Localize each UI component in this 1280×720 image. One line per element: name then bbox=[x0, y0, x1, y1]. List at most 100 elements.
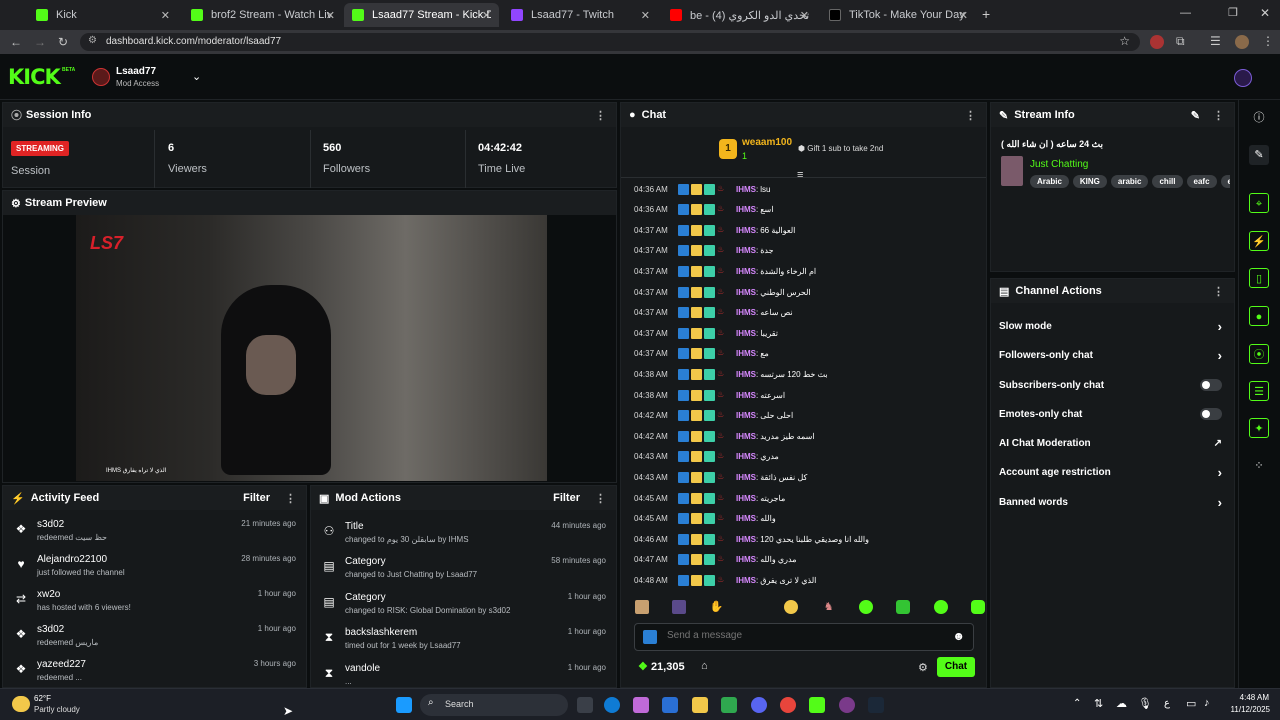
chevron-up-icon[interactable]: ⌃ bbox=[1073, 698, 1081, 709]
activity-user[interactable]: yazeed227 bbox=[37, 659, 86, 670]
weather-temp[interactable]: 62°F bbox=[34, 694, 51, 703]
video-player[interactable]: LS7 IHMS الذي لا تراه يفارق bbox=[76, 215, 547, 481]
clock-date[interactable]: 11/12/2025 bbox=[1222, 705, 1270, 714]
close-icon[interactable]: ✕ bbox=[482, 9, 491, 22]
message-username[interactable]: IHMS bbox=[736, 226, 756, 235]
bookmark-star-icon[interactable]: ☆ bbox=[1119, 34, 1130, 48]
steam-icon[interactable] bbox=[868, 697, 884, 713]
scan-icon[interactable]: ⌖ bbox=[1249, 193, 1269, 213]
network-icon[interactable]: ⇅ bbox=[1094, 697, 1103, 710]
taskbar-search[interactable]: ⌕ Search bbox=[420, 694, 568, 716]
chat-icon[interactable]: ● bbox=[1249, 306, 1269, 326]
edge-icon[interactable] bbox=[604, 697, 620, 713]
more-options-icon[interactable]: ⋮ bbox=[595, 492, 606, 505]
message-username[interactable]: IHMS bbox=[736, 185, 756, 194]
clock-time[interactable]: 4:48 AM bbox=[1233, 693, 1269, 702]
windows-start-icon[interactable] bbox=[396, 697, 412, 713]
slow-mode-action[interactable]: Slow mode › bbox=[991, 311, 1234, 341]
wrench-icon[interactable]: ✦ bbox=[1249, 418, 1269, 438]
message-username[interactable]: IHMS bbox=[736, 349, 756, 358]
display-icon[interactable]: ▭ bbox=[1186, 697, 1196, 710]
browser-tab[interactable]: TikTok - Make Your Day ✕ bbox=[821, 3, 976, 27]
close-icon[interactable]: ✕ bbox=[959, 9, 968, 22]
emote-hand-icon[interactable]: ✋ bbox=[710, 600, 724, 614]
filter-button[interactable]: Filter bbox=[553, 492, 580, 504]
message-username[interactable]: IHMS bbox=[736, 267, 756, 276]
minimize-button[interactable]: — bbox=[1180, 7, 1191, 19]
language-icon[interactable]: ع bbox=[1164, 698, 1170, 709]
profile-avatar[interactable] bbox=[1235, 35, 1249, 49]
message-username[interactable]: IHMS bbox=[736, 288, 756, 297]
edit-pencil-icon[interactable]: ✎ bbox=[1191, 109, 1200, 122]
message-username[interactable]: IHMS bbox=[736, 473, 756, 482]
new-tab-button[interactable]: + bbox=[982, 6, 990, 22]
message-username[interactable]: IHMS bbox=[736, 452, 756, 461]
message-username[interactable]: IHMS bbox=[736, 308, 756, 317]
reading-list-icon[interactable]: ☰ bbox=[1210, 34, 1221, 48]
emote-kick-ghost-icon[interactable] bbox=[970, 600, 985, 614]
activity-user[interactable]: Alejandro22100 bbox=[37, 554, 107, 565]
browser-tab[interactable]: Lsaad77 - Twitch ✕ bbox=[503, 3, 658, 27]
ai-moderation-action[interactable]: AI Chat Moderation ↗ bbox=[991, 428, 1234, 458]
extension-icon[interactable] bbox=[1150, 35, 1164, 49]
close-icon[interactable]: ✕ bbox=[800, 9, 809, 22]
emote-dance-icon[interactable]: ♞ bbox=[822, 600, 836, 614]
cloud-icon[interactable]: ☁ bbox=[1116, 697, 1127, 710]
message-username[interactable]: IHMS bbox=[736, 205, 756, 214]
volume-icon[interactable]: ♪ bbox=[1204, 697, 1210, 709]
app-icon[interactable] bbox=[839, 697, 855, 713]
send-chat-button[interactable]: Chat bbox=[937, 657, 975, 677]
message-username[interactable]: IHMS bbox=[736, 432, 756, 441]
chat-settings-gear-icon[interactable]: ⚙ bbox=[918, 661, 928, 674]
banned-words-action[interactable]: Banned words › bbox=[991, 487, 1234, 517]
copilot-icon[interactable] bbox=[633, 697, 649, 713]
edit-icon[interactable]: ✎ bbox=[1249, 145, 1269, 165]
chat-message-input[interactable]: ☻ bbox=[634, 623, 974, 651]
emotes-only-toggle[interactable] bbox=[1200, 408, 1222, 420]
kick-app-icon[interactable] bbox=[809, 697, 825, 713]
filter-button[interactable]: Filter bbox=[243, 492, 270, 504]
more-options-icon[interactable]: ⋮ bbox=[1213, 109, 1224, 122]
store-icon[interactable]: ⌂ bbox=[701, 660, 708, 672]
top-gifter-name[interactable]: weaam100 bbox=[742, 137, 792, 148]
user-avatar[interactable] bbox=[1234, 69, 1252, 87]
emote-kick-box-icon[interactable] bbox=[896, 600, 911, 614]
message-username[interactable]: IHMS bbox=[736, 391, 756, 400]
emote-face-icon[interactable] bbox=[635, 600, 649, 614]
kick-points-balance[interactable]: ❖ 21,305 bbox=[638, 660, 685, 673]
close-icon[interactable]: ✕ bbox=[326, 9, 335, 22]
add-widget-icon[interactable]: ⁘ bbox=[1249, 456, 1269, 476]
gift-sub-prompt[interactable]: ⬢ Gift 1 sub to take 2nd bbox=[798, 144, 883, 153]
message-username[interactable]: IHMS bbox=[736, 246, 756, 255]
channel-switch-chevron-down-icon[interactable]: ⌄ bbox=[192, 70, 201, 83]
task-view-icon[interactable] bbox=[577, 697, 593, 713]
more-options-icon[interactable]: ⋮ bbox=[1213, 285, 1224, 298]
message-username[interactable]: IHMS bbox=[736, 370, 756, 379]
list-icon[interactable]: ☰ bbox=[1249, 381, 1269, 401]
subscribers-only-toggle[interactable] bbox=[1200, 379, 1222, 391]
forward-arrow-icon[interactable]: → bbox=[34, 35, 46, 49]
browser-tab-active[interactable]: Lsaad77 Stream - Kick Dashboa✕ bbox=[344, 3, 499, 27]
more-options-icon[interactable]: ⋮ bbox=[285, 492, 296, 505]
lightning-icon[interactable]: ⚡ bbox=[1249, 231, 1269, 251]
discord-icon[interactable] bbox=[751, 697, 767, 713]
emote-smile-icon[interactable] bbox=[784, 600, 799, 614]
more-options-icon[interactable]: ⋮ bbox=[965, 109, 976, 122]
url-input[interactable]: ⚙ dashboard.kick.com/moderator/lsaad77 ☆ bbox=[80, 33, 1140, 51]
message-username[interactable]: IHMS bbox=[736, 411, 756, 420]
message-username[interactable]: IHMS bbox=[736, 494, 756, 503]
close-icon[interactable]: ✕ bbox=[161, 9, 170, 22]
kick-logo[interactable]: KICK bbox=[8, 65, 61, 89]
window-close-button[interactable]: ✕ bbox=[1260, 6, 1270, 20]
emoji-picker-icon[interactable]: ☻ bbox=[952, 629, 965, 643]
browser-tab[interactable]: be - (4) تحدي الدو الكروي ✕ bbox=[662, 3, 817, 27]
browser-tab[interactable]: Kick ✕ bbox=[28, 3, 178, 27]
chat-input-field[interactable] bbox=[667, 630, 947, 641]
chrome-icon[interactable] bbox=[780, 697, 796, 713]
back-arrow-icon[interactable]: ← bbox=[10, 35, 22, 49]
message-username[interactable]: IHMS bbox=[736, 555, 756, 564]
activity-user[interactable]: s3d02 bbox=[37, 519, 64, 530]
followers-only-action[interactable]: Followers-only chat › bbox=[991, 340, 1234, 370]
message-username[interactable]: IHMS bbox=[736, 535, 756, 544]
more-options-icon[interactable]: ⋮ bbox=[595, 109, 606, 122]
